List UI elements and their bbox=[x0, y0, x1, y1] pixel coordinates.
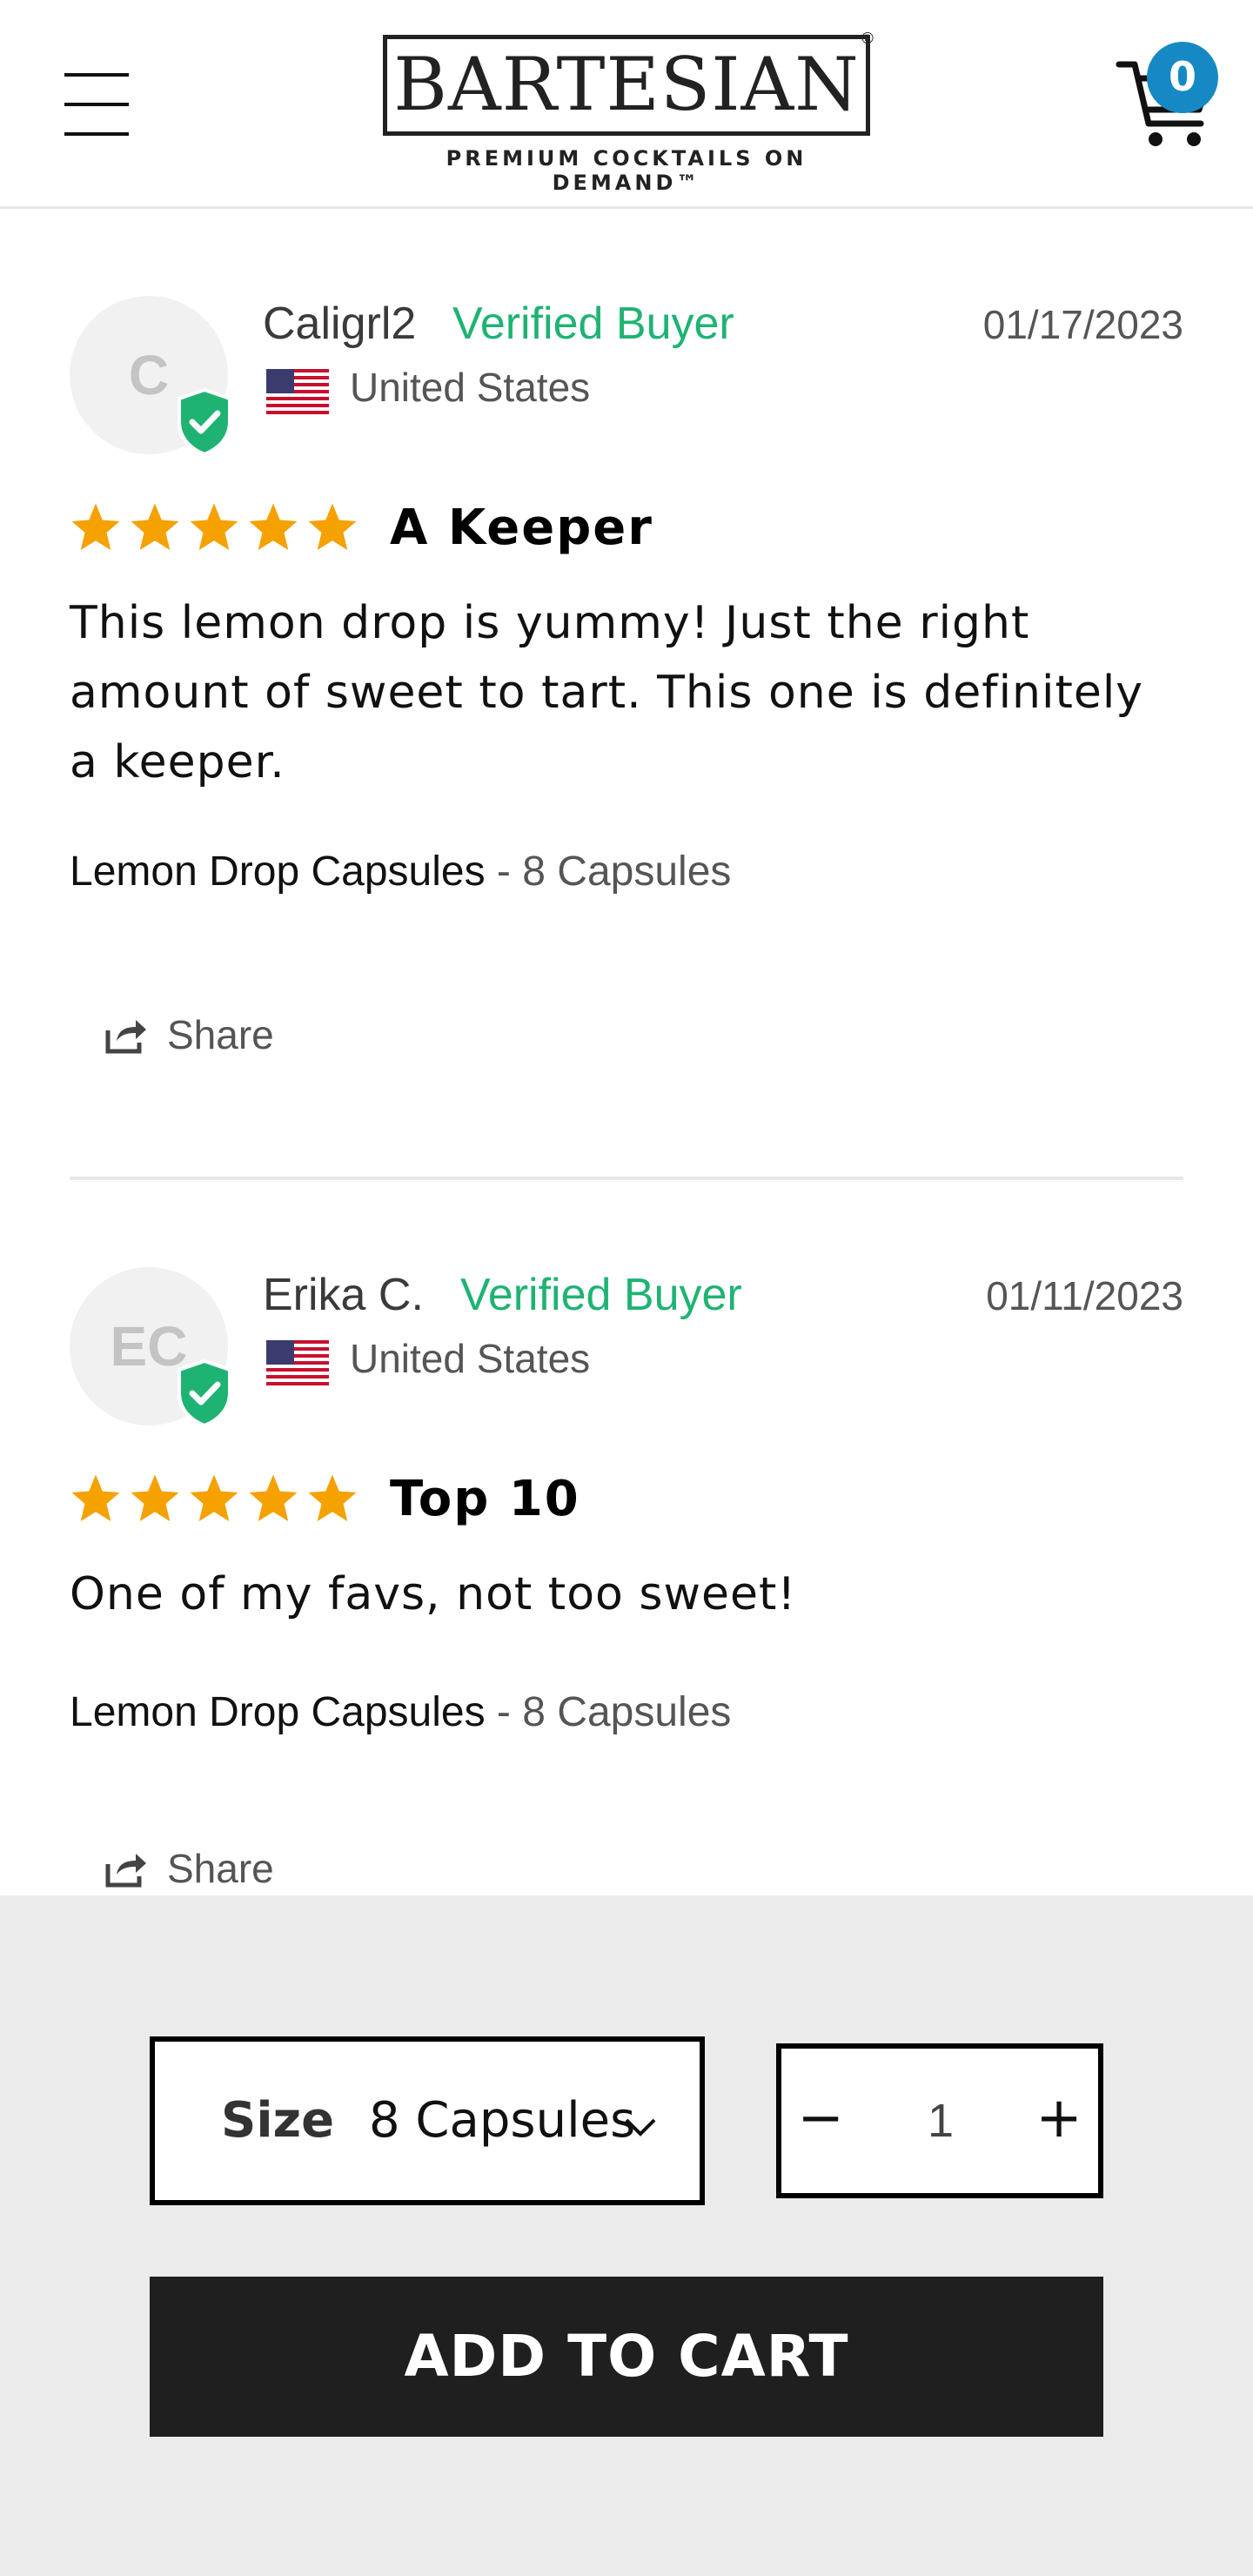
star-icon bbox=[131, 503, 179, 550]
star-icon bbox=[249, 1474, 298, 1521]
brand-logo[interactable]: BARTESIAN ® PREMIUM COCKTAILS ON DEMAND™ bbox=[383, 30, 875, 195]
logo-tagline: PREMIUM COCKTAILS ON DEMAND™ bbox=[446, 146, 807, 195]
increase-quantity-button[interactable]: + bbox=[1020, 2049, 1098, 2193]
reviewer-country: United States bbox=[350, 1336, 591, 1381]
review-divider bbox=[70, 1177, 1183, 1180]
review-body-line: One of my favs, not too sweet! bbox=[70, 1568, 797, 1620]
reviewer-country: United States bbox=[350, 365, 591, 410]
review-date: 01/17/2023 bbox=[982, 302, 1183, 347]
star-rating bbox=[70, 501, 365, 562]
size-label: Size bbox=[221, 2092, 335, 2149]
reviewer-name: Erika C. bbox=[263, 1270, 424, 1320]
site-header: BARTESIAN ® PREMIUM COCKTAILS ON DEMAND™… bbox=[0, 0, 1253, 209]
reviewed-product: Lemon Drop Capsules - 8 Capsules bbox=[70, 1688, 731, 1736]
add-to-cart-button[interactable]: ADD TO CART bbox=[150, 2277, 1103, 2437]
quantity-input[interactable] bbox=[877, 2049, 1004, 2193]
product-name: Lemon Drop Capsules bbox=[70, 849, 486, 895]
verified-shield-icon bbox=[178, 388, 231, 456]
logo-wordmark: BARTESIAN bbox=[383, 35, 870, 136]
star-icon bbox=[131, 1474, 179, 1521]
menu-button[interactable] bbox=[64, 73, 129, 136]
share-label: Share bbox=[167, 1012, 274, 1057]
sticky-purchase-bar bbox=[0, 1895, 1253, 2576]
star-rating bbox=[70, 1472, 365, 1533]
review-title: Top 10 bbox=[390, 1471, 580, 1527]
star-icon bbox=[308, 503, 357, 550]
size-selected-value: 8 Capsules bbox=[369, 2092, 636, 2149]
reviewer-name: Caligrl2 bbox=[263, 299, 417, 349]
verified-buyer-badge: Verified Buyer bbox=[460, 1270, 742, 1320]
share-icon bbox=[105, 1020, 146, 1054]
decrease-quantity-button[interactable]: − bbox=[781, 2049, 860, 2193]
review-body: One of my favs, not too sweet! bbox=[70, 1560, 1192, 1629]
star-icon bbox=[308, 1474, 357, 1521]
cart-count-badge: 0 bbox=[1147, 42, 1218, 113]
hamburger-menu-icon bbox=[64, 73, 129, 77]
star-icon bbox=[249, 503, 298, 550]
reviewed-product: Lemon Drop Capsules - 8 Capsules bbox=[70, 848, 731, 896]
verified-buyer-badge: Verified Buyer bbox=[452, 299, 734, 349]
product-variant: - 8 Capsules bbox=[485, 1689, 732, 1735]
star-icon bbox=[71, 503, 120, 550]
size-selector[interactable]: Size 8 Capsules bbox=[150, 2036, 705, 2205]
review-body-line: a keeper. bbox=[70, 736, 285, 788]
product-name: Lemon Drop Capsules bbox=[70, 1689, 486, 1735]
logo-registered-mark: ® bbox=[860, 30, 875, 48]
hamburger-line bbox=[64, 132, 129, 136]
product-variant: - 8 Capsules bbox=[485, 849, 732, 895]
verified-shield-icon bbox=[178, 1359, 231, 1427]
review-body: This lemon drop is yummy! Just the right… bbox=[70, 588, 1192, 797]
us-flag-icon bbox=[266, 369, 329, 414]
review-body-line: This lemon drop is yummy! Just the right bbox=[70, 597, 1030, 649]
hamburger-line bbox=[64, 103, 129, 106]
share-label: Share bbox=[167, 1846, 274, 1891]
quantity-stepper: − + bbox=[776, 2043, 1103, 2198]
share-icon bbox=[105, 1854, 146, 1888]
star-icon bbox=[190, 503, 238, 550]
chevron-down-icon bbox=[625, 2118, 656, 2137]
us-flag-icon bbox=[266, 1340, 329, 1385]
review-body-line: amount of sweet to tart. This one is def… bbox=[70, 667, 1144, 719]
review-date: 01/11/2023 bbox=[986, 1273, 1183, 1318]
review-title: A Keeper bbox=[390, 500, 653, 556]
star-icon bbox=[190, 1474, 238, 1521]
star-icon bbox=[71, 1474, 120, 1521]
